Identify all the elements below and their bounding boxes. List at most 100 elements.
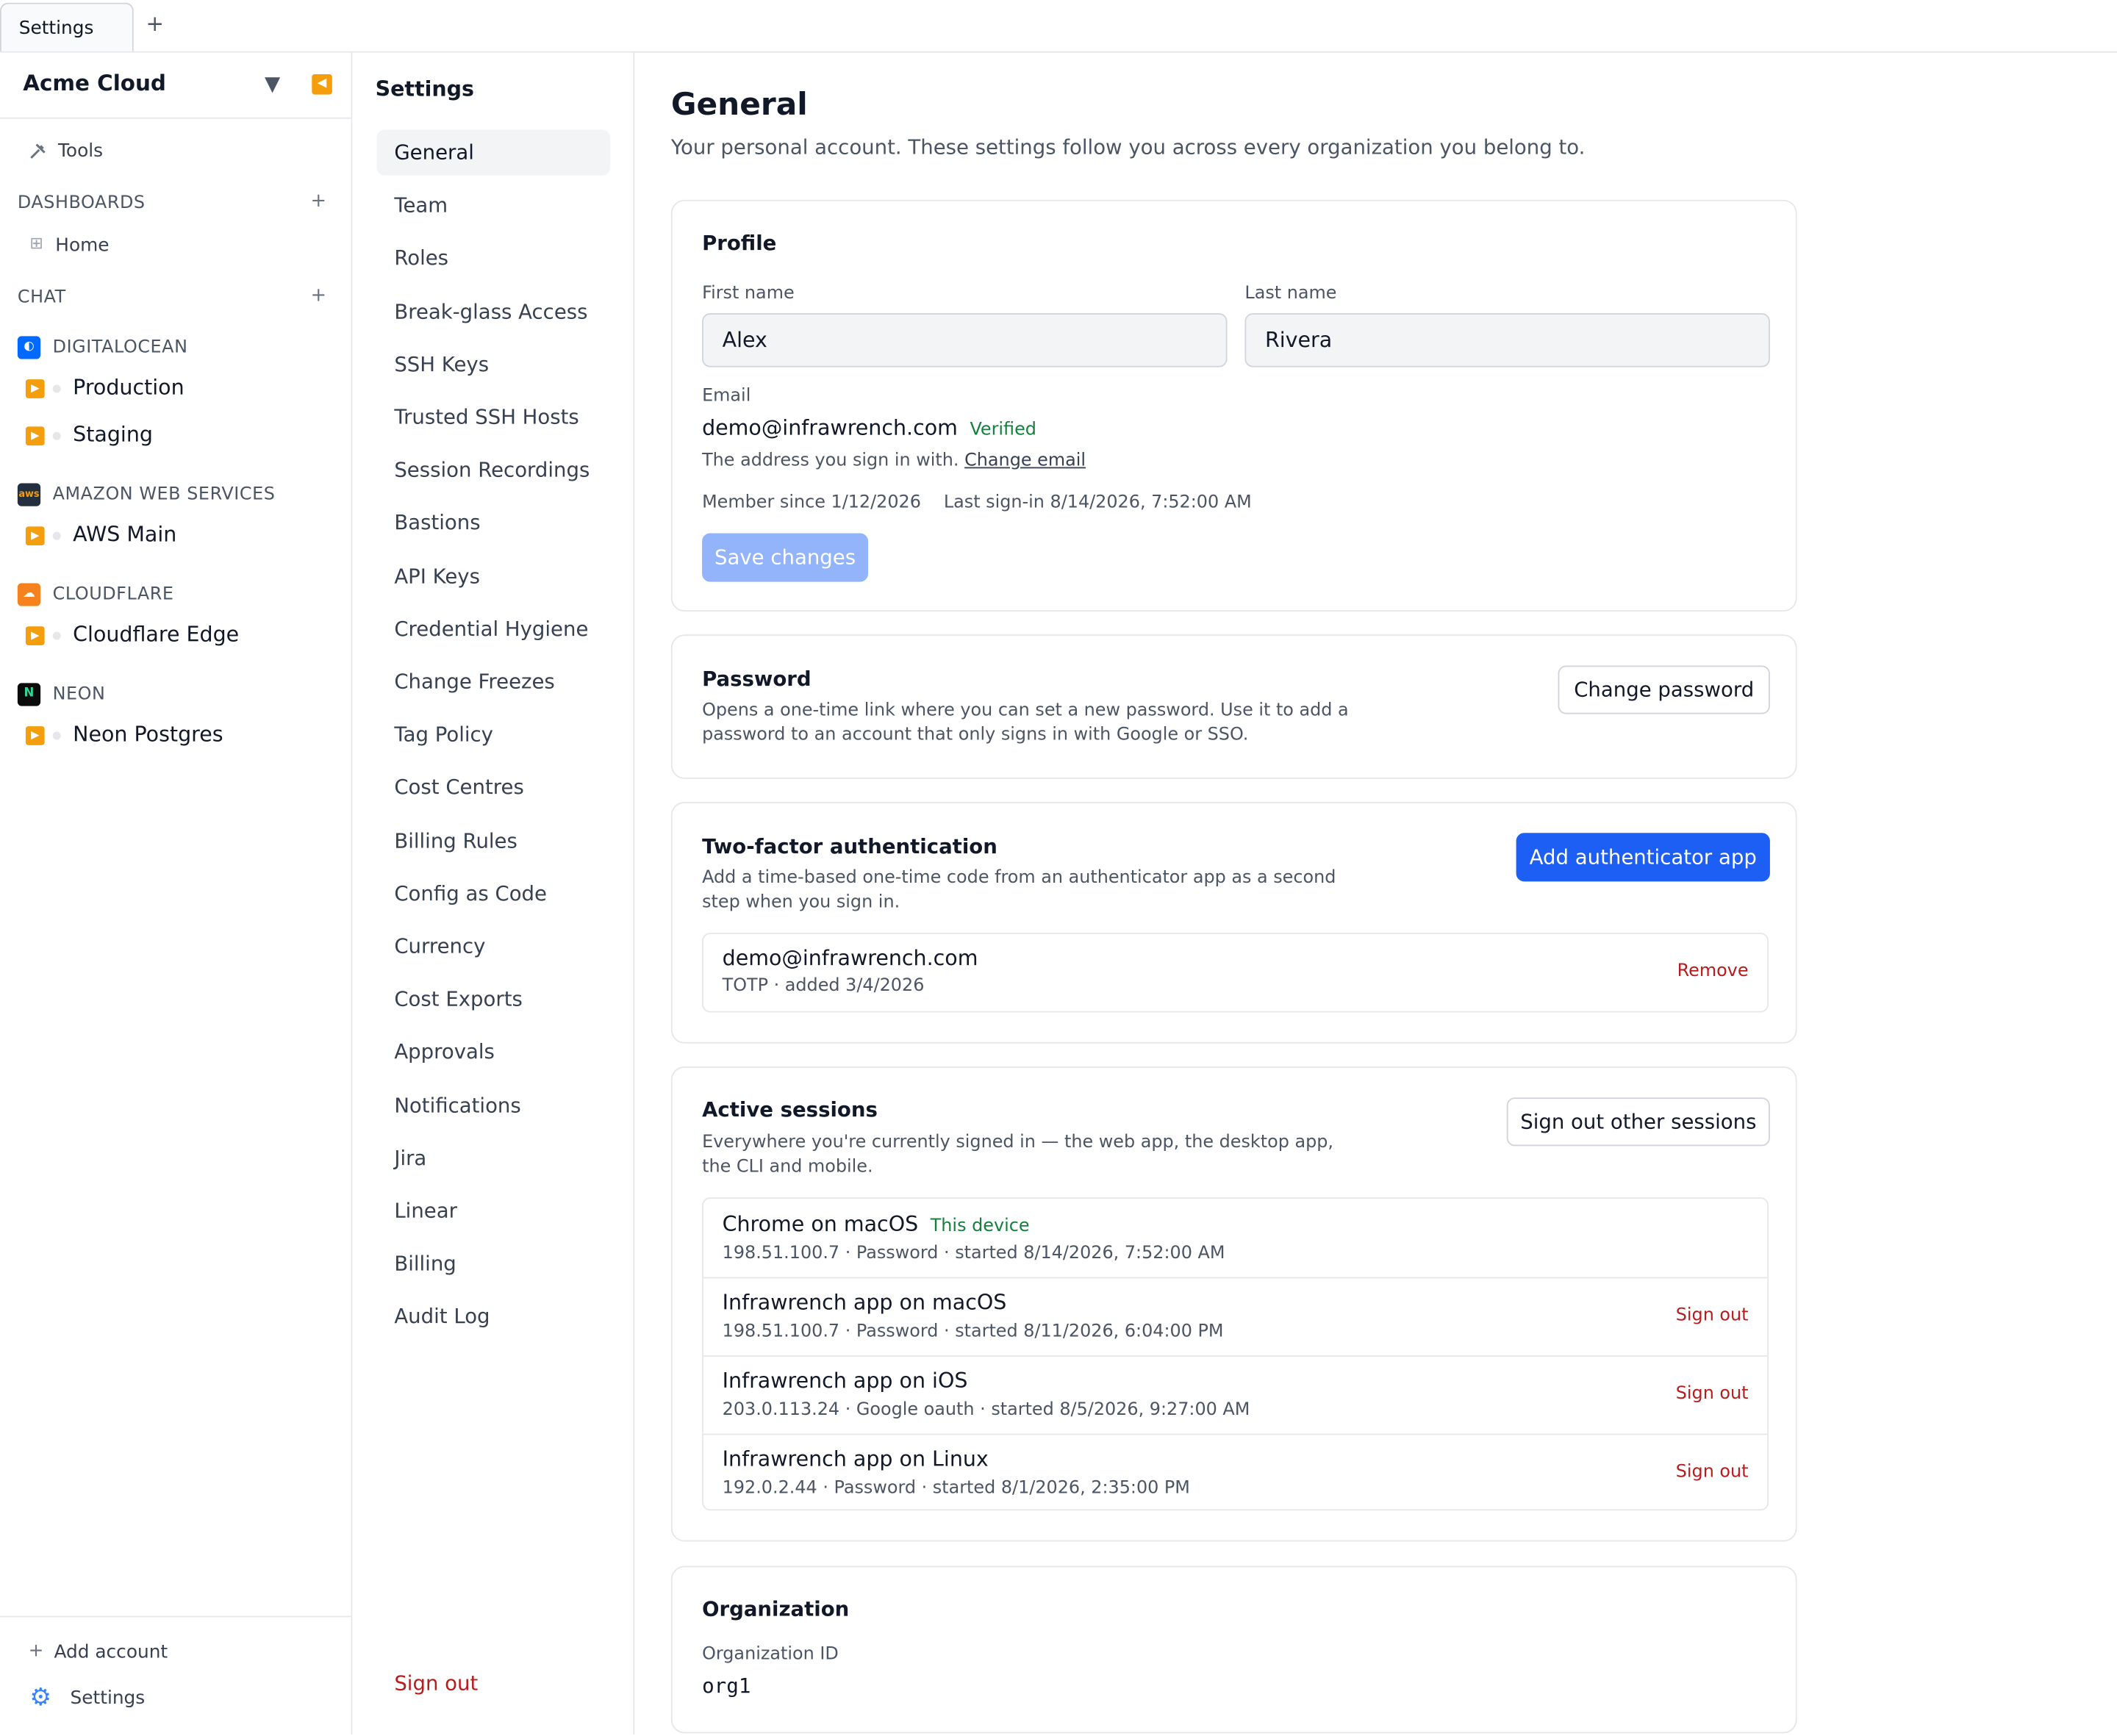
add-chat-button[interactable]: +: [310, 285, 326, 306]
authenticator-email: demo@infrawrench.com: [722, 946, 978, 971]
new-tab-button[interactable]: +: [146, 11, 164, 37]
sidebar-item-aws-main[interactable]: AWS Main: [73, 523, 176, 547]
settings-nav-item-cost-centres[interactable]: Cost Centres: [376, 764, 610, 810]
chat-header: CHAT: [17, 287, 66, 308]
last-name-label: Last name: [1244, 283, 1337, 304]
add-authenticator-button[interactable]: Add authenticator app: [1516, 833, 1770, 882]
sidebar: Acme Cloud ▼ ◀ Tools DASHBOARDS + ⊞ Home…: [0, 52, 353, 1735]
settings-nav-item-cost-exports[interactable]: Cost Exports: [376, 976, 610, 1022]
session-name: Infrawrench app on iOS: [722, 1369, 968, 1394]
password-title: Password: [702, 667, 812, 692]
sessions-title: Active sessions: [702, 1097, 878, 1122]
first-name-label: First name: [702, 283, 795, 304]
settings-nav-item-approvals[interactable]: Approvals: [376, 1029, 610, 1075]
session-title: Infrawrench app on Linux: [723, 1447, 989, 1471]
session-title: Infrawrench app on iOS: [723, 1369, 968, 1393]
last-name-field[interactable]: Rivera: [1244, 313, 1770, 367]
settings-nav-item-general[interactable]: General: [376, 129, 611, 176]
tab-settings[interactable]: Settings: [0, 2, 134, 51]
settings-nav-item-api-keys[interactable]: API Keys: [376, 553, 610, 598]
settings-nav-item-roles[interactable]: Roles: [376, 235, 610, 281]
organization-card: Organization Organization ID org1: [670, 1565, 1797, 1734]
sidebar-item-label: Home: [55, 234, 110, 257]
session-name: Infrawrench app on macOS: [722, 1290, 1007, 1315]
provider-name: AMAZON WEB SERVICES: [52, 484, 276, 505]
status-dot: [52, 531, 61, 540]
password-desc: Opens a one-time link where you can set …: [702, 700, 1349, 745]
settings-nav-item-notifications[interactable]: Notifications: [376, 1082, 610, 1127]
remove-authenticator-button[interactable]: Remove: [1677, 961, 1749, 982]
play-icon: ▶: [25, 526, 45, 546]
main-content: General Your personal account. These set…: [634, 53, 2117, 1735]
two-factor-card: Two-factor authentication Add a time-bas…: [670, 801, 1797, 1044]
sidebar-item-staging[interactable]: Staging: [73, 423, 153, 447]
password-card: Password Opens a one-time link where you…: [670, 634, 1797, 779]
settings-label: Settings: [70, 1687, 146, 1710]
status-dot: [52, 731, 61, 740]
session-title: Chrome on macOS This device: [723, 1212, 1030, 1236]
settings-nav-item-billing[interactable]: Billing: [376, 1241, 610, 1286]
settings-nav-item-linear[interactable]: Linear: [376, 1188, 610, 1233]
settings-nav-item-jira[interactable]: Jira: [376, 1135, 610, 1180]
settings-nav-item-session-recordings[interactable]: Session Recordings: [376, 447, 610, 492]
settings-nav-item-config-as-code[interactable]: Config as Code: [376, 870, 610, 916]
session-sign-out-button[interactable]: Sign out: [1676, 1462, 1749, 1482]
tools-icon: [30, 143, 46, 159]
grid-icon: ⊞: [29, 233, 43, 253]
sign-out-link[interactable]: Sign out: [394, 1671, 478, 1696]
collapse-sidebar-icon[interactable]: ◀: [312, 74, 332, 95]
first-name-field[interactable]: Alex: [702, 313, 1228, 367]
session-sign-out-button[interactable]: Sign out: [1676, 1384, 1749, 1405]
play-icon: ▶: [25, 379, 45, 398]
page-title: General: [670, 87, 808, 123]
provider-name: NEON: [52, 684, 106, 705]
provider-name: DIGITALOCEAN: [52, 337, 188, 358]
add-dashboard-button[interactable]: +: [310, 190, 326, 212]
sessions-card: Active sessions Everywhere you're curren…: [670, 1066, 1797, 1542]
session-sign-out-button[interactable]: Sign out: [1676, 1305, 1749, 1326]
this-device-badge: This device: [930, 1216, 1030, 1237]
aws-icon: aws: [17, 483, 41, 506]
save-changes-button[interactable]: Save changes: [702, 533, 868, 582]
play-icon: ▶: [25, 426, 45, 446]
chevron-down-icon[interactable]: ▼: [265, 71, 280, 96]
settings-nav-title: Settings: [375, 76, 474, 101]
account-name: Acme Cloud: [23, 70, 166, 96]
two-factor-title: Two-factor authentication: [702, 834, 997, 859]
session-meta: 198.51.100.7 · Password · started 8/14/2…: [722, 1243, 1225, 1264]
change-password-button[interactable]: Change password: [1558, 665, 1770, 714]
sessions-desc: Everywhere you're currently signed in — …: [702, 1132, 1333, 1177]
session-list: Chrome on macOS This device 198.51.100.7 ·…: [702, 1197, 1769, 1513]
sidebar-item-cloudflare-edge[interactable]: Cloudflare Edge: [73, 623, 239, 647]
settings-nav-item-team[interactable]: Team: [376, 182, 610, 228]
settings-nav-item-bastions[interactable]: Bastions: [376, 500, 610, 545]
settings-nav-item-trusted-ssh-hosts[interactable]: Trusted SSH Hosts: [376, 394, 610, 440]
session-meta: 198.51.100.7 · Password · started 8/11/2…: [722, 1321, 1224, 1342]
change-email-link[interactable]: Change email: [964, 451, 1086, 471]
settings-nav-item-audit-log[interactable]: Audit Log: [376, 1294, 610, 1339]
settings-nav-item-billing-rules[interactable]: Billing Rules: [376, 817, 610, 863]
settings-nav-item-credential-hygiene[interactable]: Credential Hygiene: [376, 606, 610, 651]
add-account-label: Add account: [54, 1641, 168, 1663]
session-row: Infrawrench app on Linux 192.0.2.44 · Pas…: [703, 1434, 1767, 1513]
settings-nav-item-change-freezes[interactable]: Change Freezes: [376, 659, 610, 704]
settings-nav-item-currency[interactable]: Currency: [376, 923, 610, 969]
sign-out-other-sessions-button[interactable]: Sign out other sessions: [1506, 1097, 1770, 1147]
cloudflare-icon: ☁: [17, 583, 41, 606]
tab-bar: Settings +: [0, 0, 2117, 53]
settings-nav-item-break-glass-access[interactable]: Break-glass Access: [376, 288, 610, 334]
settings-nav-item-ssh-keys[interactable]: SSH Keys: [376, 341, 610, 387]
settings-nav-item-tag-policy[interactable]: Tag Policy: [376, 711, 610, 757]
account-switcher[interactable]: Acme Cloud ▼ ◀: [0, 53, 351, 119]
last-signin: Last sign-in 8/14/2026, 7:52:00 AM: [943, 492, 1252, 513]
email-row: demo@infrawrench.com Verified: [702, 416, 1036, 440]
email-hint: The address you sign in with.: [702, 451, 959, 472]
sidebar-item-production[interactable]: Production: [73, 376, 184, 400]
digitalocean-icon: ◐: [17, 336, 41, 359]
session-row: Infrawrench app on macOS 198.51.100.7 · P…: [703, 1277, 1768, 1357]
session-meta: 203.0.113.24 · Google oauth · started 8/…: [722, 1399, 1250, 1421]
profile-title: Profile: [702, 231, 777, 256]
sidebar-item-neon-postgres[interactable]: Neon Postgres: [73, 722, 223, 747]
email-value: demo@infrawrench.com: [702, 415, 958, 440]
play-icon: ▶: [25, 726, 45, 745]
